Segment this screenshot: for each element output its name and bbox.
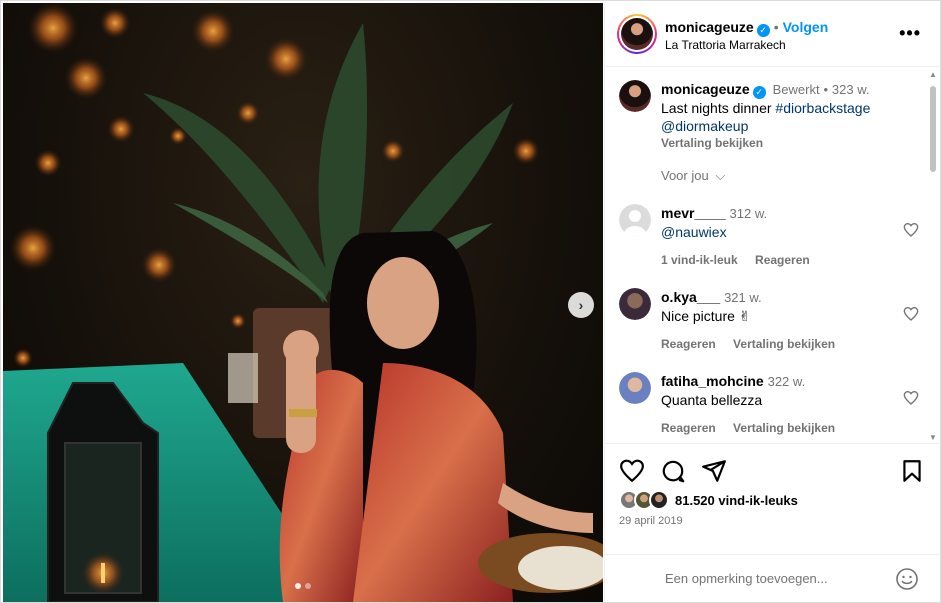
post-actions: 81.520 vind-ik-leuks 29 april 2019 Een o… — [605, 443, 941, 603]
comment-icon[interactable] — [660, 458, 686, 484]
comment-time: 312 w. — [729, 206, 768, 221]
translation-link[interactable]: Vertaling bekijken — [733, 421, 835, 435]
post-sidebar: monicageuze ✓ • Volgen La Trattoria Marrake… — [604, 3, 941, 603]
heart-icon[interactable] — [619, 458, 645, 484]
comments-scrollbar[interactable]: ▲ ▼ — [928, 70, 938, 442]
table-cloth — [228, 353, 258, 403]
post-header: monicageuze ✓ • Volgen La Trattoria Marrake… — [605, 3, 941, 67]
heart-icon[interactable] — [903, 222, 919, 238]
post-location[interactable]: La Trattoria Marrakech — [665, 38, 786, 52]
comment-username[interactable]: fatiha_mohcine — [661, 373, 764, 389]
follow-button[interactable]: Volgen — [783, 19, 829, 35]
comment-avatar[interactable] — [619, 288, 651, 320]
author-avatar[interactable] — [617, 14, 657, 54]
post-date[interactable]: 29 april 2019 — [619, 515, 683, 527]
post-photo[interactable]: › — [3, 3, 603, 602]
carousel-dot — [295, 583, 301, 589]
add-comment-bar: Een opmerking toevoegen... — [605, 554, 941, 603]
verified-icon: ✓ — [756, 24, 770, 37]
author-avatar-small[interactable] — [619, 80, 651, 112]
comments-list[interactable]: monicageuze ✓ Bewerkt • 323 w. Last night… — [605, 68, 941, 443]
edited-label: Bewerkt — [772, 82, 820, 97]
comment-avatar[interactable] — [619, 372, 651, 404]
comment-text[interactable]: @nauwiex — [661, 223, 901, 241]
scroll-up-icon[interactable]: ▲ — [929, 70, 937, 79]
post-dialog: › monicageuze ✓ • Volgen La Trattoria Marra… — [0, 0, 941, 603]
comment-input[interactable]: Een opmerking toevoegen... — [665, 571, 828, 586]
caption-username[interactable]: monicageuze — [661, 81, 750, 97]
comment-item: mevr____ 312 w. @nauwiex 1 vind-ik-leuk … — [619, 204, 919, 274]
dot-separator: • — [823, 82, 829, 97]
comment-time: 322 w. — [767, 374, 806, 389]
comment-text: Quanta bellezza — [661, 392, 763, 408]
heart-icon[interactable] — [903, 390, 919, 406]
comment-item: fatiha_mohcine 322 w. Quanta bellezza Re… — [619, 372, 919, 442]
smiley-icon[interactable] — [895, 567, 919, 591]
chevron-right-icon: › — [578, 297, 584, 313]
reply-button[interactable]: Reageren — [755, 253, 810, 267]
reply-button[interactable]: Reageren — [661, 421, 716, 435]
reply-button[interactable]: Reageren — [661, 337, 716, 351]
mention-link[interactable]: @diormakeup — [661, 117, 921, 135]
scroll-down-icon[interactable]: ▼ — [929, 433, 937, 442]
comment-text: Nice picture ✌ — [661, 308, 751, 324]
translation-link[interactable]: Vertaling bekijken — [661, 135, 921, 151]
share-icon[interactable] — [701, 458, 727, 484]
carousel-dot — [305, 583, 311, 589]
voor-jou-label: Voor jou — [661, 168, 709, 183]
photo-scene — [3, 3, 603, 602]
author-line: monicageuze ✓ • Volgen — [665, 19, 828, 37]
caption-text: Last nights dinner — [661, 100, 772, 116]
bookmark-icon[interactable] — [899, 458, 925, 484]
comment-avatar[interactable] — [619, 204, 651, 236]
comment-username[interactable]: mevr____ — [661, 205, 726, 221]
verified-icon: ✓ — [752, 86, 766, 99]
separator: • — [773, 19, 779, 35]
likes-count[interactable]: 81.520 vind-ik-leuks — [675, 493, 798, 508]
more-options-icon[interactable]: ••• — [899, 23, 921, 44]
heart-icon[interactable] — [903, 306, 919, 322]
comment-username[interactable]: o.kya___ — [661, 289, 720, 305]
author-username[interactable]: monicageuze — [665, 19, 754, 35]
comment-item: o.kya___ 321 w. Nice picture ✌ Reageren … — [619, 288, 919, 358]
next-photo-button[interactable]: › — [568, 292, 594, 318]
voor-jou-filter[interactable]: Voor jou ⌵ — [661, 168, 725, 184]
scrollbar-thumb[interactable] — [930, 86, 936, 172]
chevron-down-icon: ⌵ — [715, 168, 726, 183]
translation-link[interactable]: Vertaling bekijken — [733, 337, 835, 351]
comment-likes[interactable]: 1 vind-ik-leuk — [661, 253, 738, 267]
carousel-dots — [295, 583, 311, 589]
hashtag-link[interactable]: #diorbackstage — [775, 100, 870, 116]
caption-time: 323 w. — [831, 82, 870, 97]
comment-time: 321 w. — [724, 290, 762, 305]
